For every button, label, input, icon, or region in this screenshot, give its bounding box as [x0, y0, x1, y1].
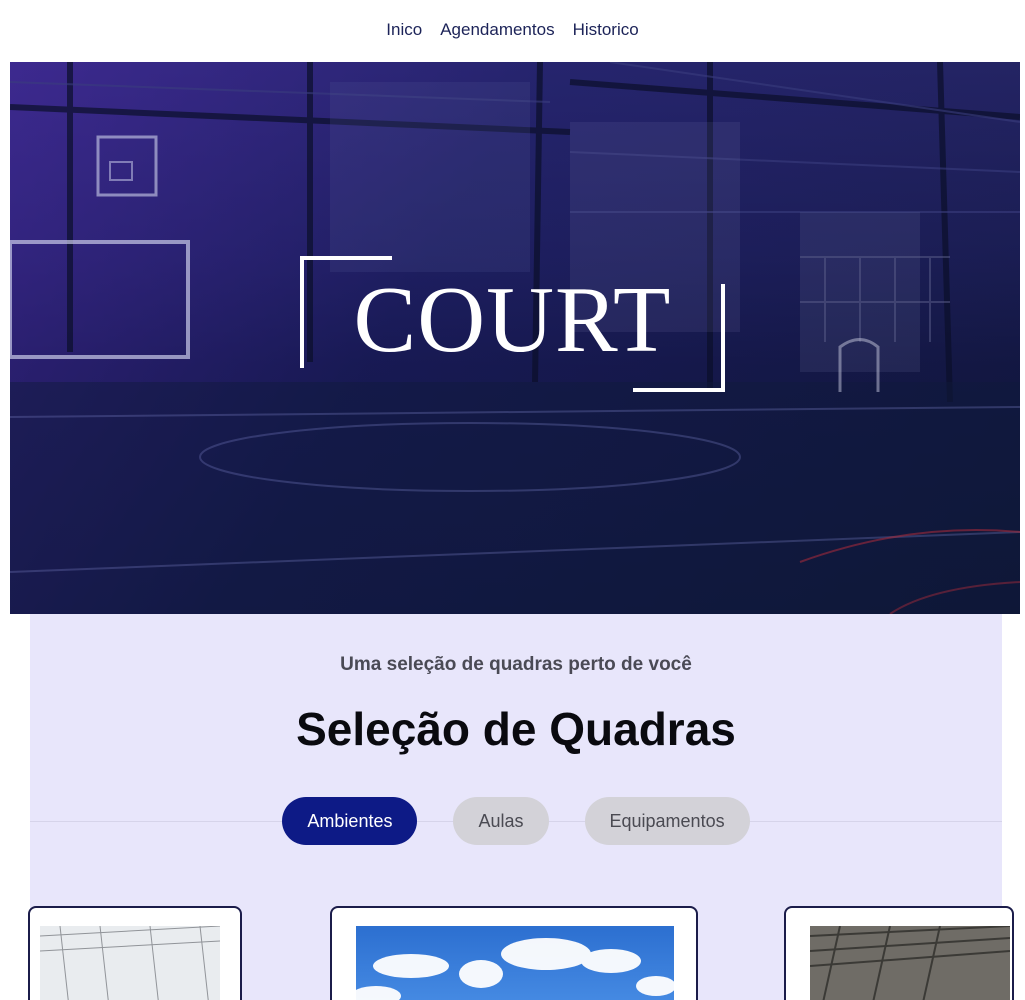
court-photo-sky [356, 926, 674, 1000]
court-logo: COURT [300, 256, 725, 392]
court-card[interactable] [330, 906, 698, 1000]
tab-equipamentos[interactable]: Equipamentos [584, 797, 750, 845]
courts-section: Uma seleção de quadras perto de você Sel… [28, 614, 1014, 1000]
tab-ambientes[interactable]: Ambientes [282, 797, 418, 845]
category-tabs: Ambientes Aulas Equipamentos [30, 797, 1002, 845]
nav-link-agendamentos[interactable]: Agendamentos [440, 20, 554, 40]
court-card[interactable] [28, 906, 242, 1000]
top-nav: Inico Agendamentos Historico [0, 0, 1025, 62]
court-card[interactable] [784, 906, 1014, 1000]
section-subtitle: Uma seleção de quadras perto de você [340, 654, 692, 675]
court-photo-net [40, 926, 220, 1000]
logo-text: COURT [353, 268, 672, 372]
hero-banner: COURT [10, 62, 1020, 614]
court-photo-roof [810, 926, 1010, 1000]
section-title: Seleção de Quadras [296, 703, 736, 755]
tab-aulas[interactable]: Aulas [453, 797, 549, 845]
page: Inico Agendamentos Historico COURT Uma s… [0, 0, 1025, 1000]
nav-link-inicio[interactable]: Inico [386, 20, 422, 40]
nav-link-historico[interactable]: Historico [573, 20, 639, 40]
